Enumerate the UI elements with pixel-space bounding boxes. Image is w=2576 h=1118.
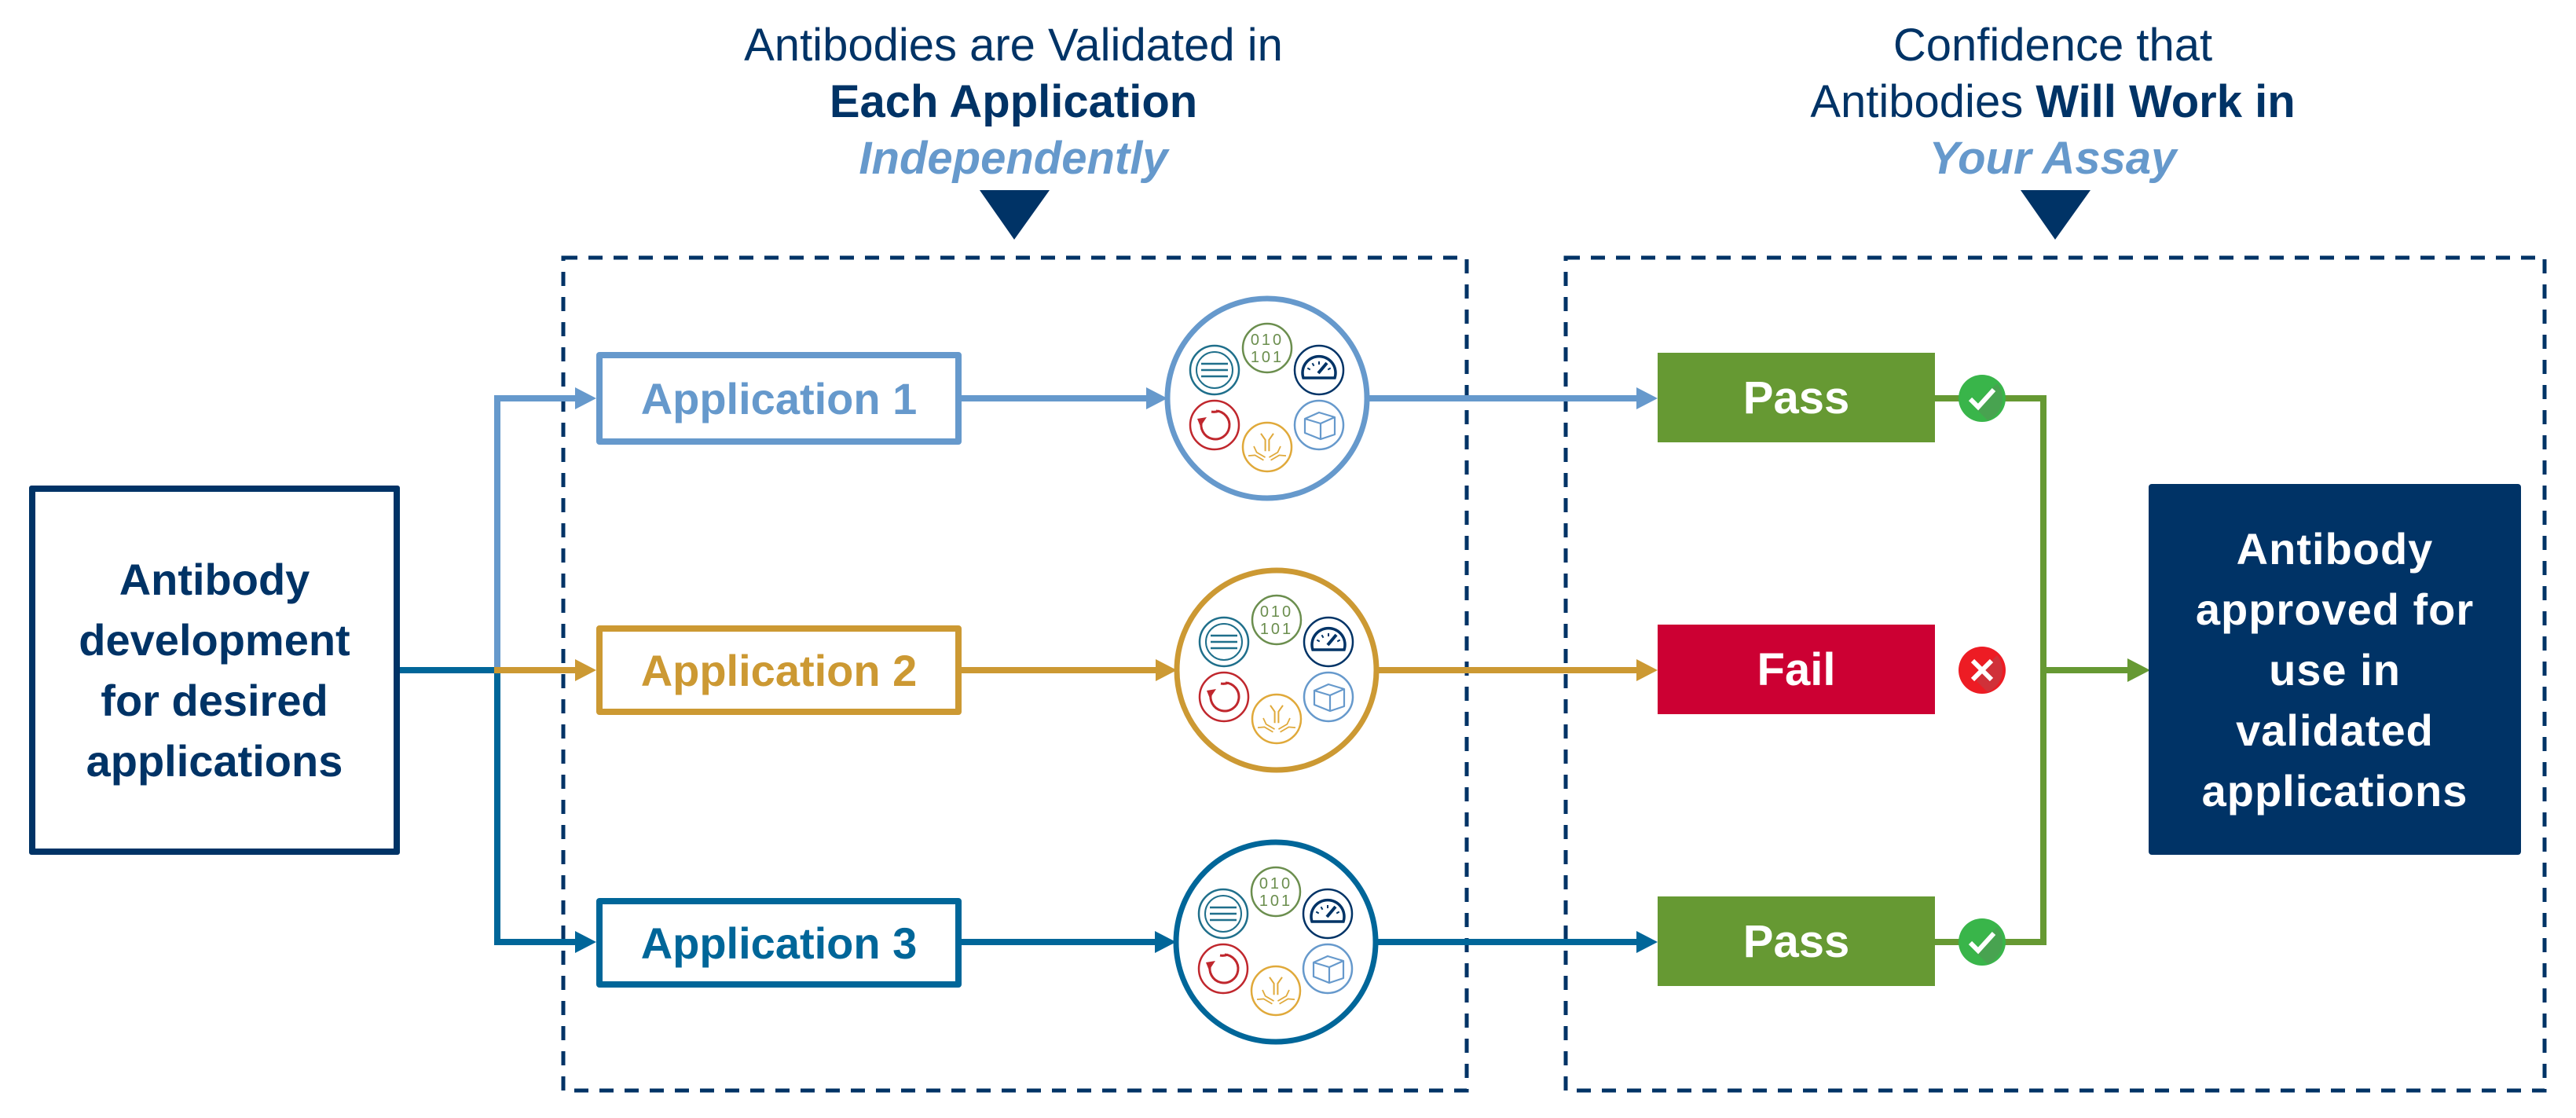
cube-icon (1293, 399, 1345, 451)
svg-text:101: 101 (1251, 349, 1284, 366)
result-3-pass-box: Pass (1658, 896, 1935, 986)
gauge-icon (1303, 616, 1354, 668)
end-line: use in (2269, 644, 2401, 695)
list-lines-icon (1189, 344, 1240, 396)
header-left-pointer (980, 190, 1050, 240)
cycle-arrow-icon (1189, 399, 1240, 451)
svg-text:101: 101 (1260, 621, 1293, 638)
branch-arrowhead (575, 659, 596, 681)
branch-arrowhead (575, 387, 596, 409)
application-3-label: Application 3 (640, 918, 918, 968)
validation-to-result-arrowhead (1636, 931, 1658, 953)
check-circle-icon (1959, 918, 2006, 966)
cycle-arrow-icon (1198, 671, 1250, 723)
end-line: applications (2201, 765, 2468, 816)
start-line: development (79, 615, 350, 665)
header-right-pointer (2021, 190, 2090, 240)
branch-arrowhead (575, 931, 596, 953)
svg-text:010: 010 (1251, 332, 1284, 349)
antibody-icon (1241, 421, 1293, 473)
app-to-validation-arrowhead (1155, 931, 1176, 953)
application-2-box: Application 2 (596, 625, 962, 715)
cube-icon (1302, 943, 1354, 995)
result-2-fail-box: Fail (1658, 625, 1935, 714)
list-lines-icon (1198, 616, 1250, 668)
result-1-pass-box: Pass (1658, 353, 1935, 442)
start-line: applications (86, 736, 343, 786)
validation-to-result-arrowhead (1636, 659, 1658, 681)
application-1-label: Application 1 (640, 373, 918, 423)
result-1-label: Pass (1742, 372, 1850, 423)
start-line: for desired (101, 676, 328, 725)
application-2-label: Application 2 (640, 645, 918, 695)
svg-text:010: 010 (1260, 603, 1293, 621)
app-to-validation-arrowhead (1146, 387, 1167, 409)
gauge-icon (1293, 344, 1345, 396)
list-lines-icon (1197, 888, 1249, 940)
binary-data-icon: 010101 (1251, 594, 1303, 646)
result-2-label: Fail (1757, 643, 1836, 695)
cycle-arrow-icon (1197, 943, 1249, 995)
antibody-approved-box: Antibody approved for use in validated a… (2149, 484, 2521, 855)
cube-icon (1303, 671, 1354, 723)
application-3-box: Application 3 (596, 898, 962, 988)
x-circle-icon (1959, 647, 2006, 694)
svg-text:010: 010 (1259, 875, 1292, 893)
antibody-development-box: Antibody development for desired applica… (29, 486, 400, 855)
gauge-icon (1302, 888, 1354, 940)
result-3-label: Pass (1742, 915, 1850, 967)
end-line: Antibody (2236, 523, 2434, 574)
application-1-box: Application 1 (596, 352, 962, 445)
binary-data-icon: 010101 (1241, 322, 1293, 374)
check-circle-icon (1959, 375, 2006, 422)
end-line: approved for (2195, 584, 2475, 634)
start-line: Antibody (119, 555, 310, 604)
app-to-validation-arrowhead (1156, 659, 1177, 681)
svg-text:101: 101 (1259, 893, 1292, 910)
end-line: validated (2236, 705, 2434, 755)
merge-arrowhead (2127, 658, 2150, 682)
antibody-icon (1251, 693, 1303, 745)
binary-data-icon: 010101 (1250, 866, 1302, 918)
validation-to-result-arrowhead (1636, 387, 1658, 409)
antibody-icon (1250, 965, 1302, 1017)
